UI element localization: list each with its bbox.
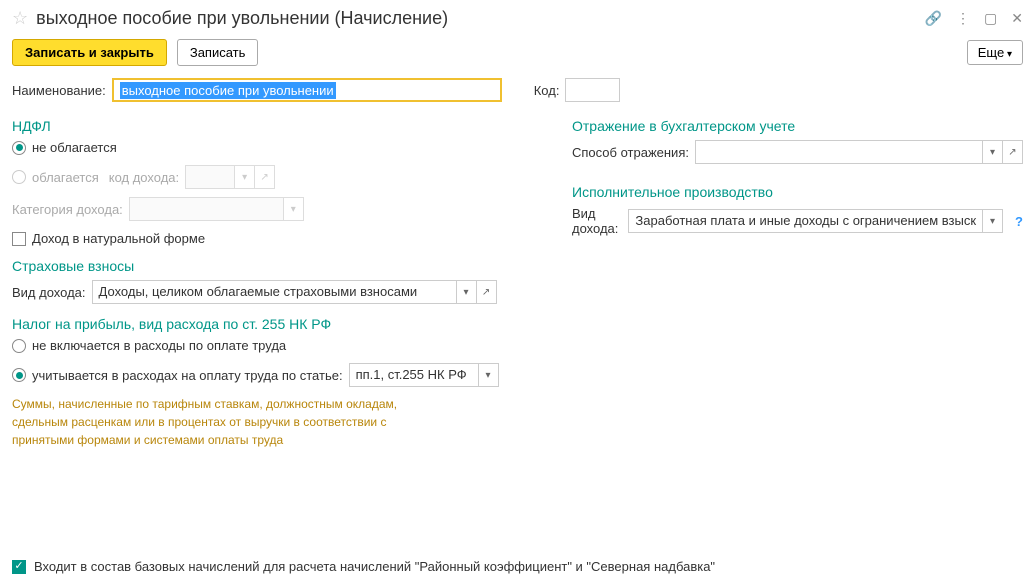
name-value-selected: выходное пособие при увольнении [120,82,336,99]
insurance-income-type-combo: Доходы, целиком облагаемые страховыми вз… [92,280,497,304]
ndfl-taxed-row[interactable]: облагается код дохода: ▾ ↗ [12,165,532,189]
enforcement-income-row: Вид дохода: Заработная плата и иные дохо… [572,206,1023,236]
natural-form-checkbox[interactable] [12,232,26,246]
kebab-menu-icon[interactable]: ⋮ [956,10,970,27]
insurance-income-type-row: Вид дохода: Доходы, целиком облагаемые с… [12,280,532,304]
insurance-income-type-open-icon[interactable]: ↗ [477,280,497,304]
right-column: Отражение в бухгалтерском учете Способ о… [572,114,1023,449]
income-category-combo: ▾ [129,197,304,221]
toolbar-left: Записать и закрыть Записать [12,39,258,66]
link-icon[interactable]: 🔗 [925,10,942,27]
natural-form-label: Доход в натуральной форме [32,231,205,246]
ndfl-taxed-radio[interactable] [12,170,26,184]
income-category-label: Категория дохода: [12,202,123,217]
accounting-method-combo: ▾ ↗ [695,140,1023,164]
income-code-label: код дохода: [109,170,179,185]
insurance-income-type-dropdown-icon[interactable]: ▾ [457,280,477,304]
income-code-input[interactable] [185,165,235,189]
footer-row: Входит в состав базовых начислений для р… [12,559,715,574]
accounting-method-input[interactable] [695,140,983,164]
accounting-method-row: Способ отражения: ▾ ↗ [572,140,1023,164]
profit-included-row[interactable]: учитывается в расходах на оплату труда п… [12,363,532,387]
income-category-row: Категория дохода: ▾ [12,197,532,221]
save-close-button[interactable]: Записать и закрыть [12,39,167,66]
enforcement-income-combo: Заработная плата и иные доходы с огранич… [628,209,1003,233]
profit-included-label: учитывается в расходах на оплату труда п… [32,368,343,383]
code-input[interactable] [565,78,620,102]
insurance-income-type-input[interactable]: Доходы, целиком облагаемые страховыми вз… [92,280,457,304]
name-input[interactable]: выходное пособие при увольнении [112,78,502,102]
ndfl-taxed-label: облагается [32,170,99,185]
insurance-title: Страховые взносы [12,258,532,274]
profit-article-combo: пп.1, ст.255 НК РФ ▾ [349,363,499,387]
profit-not-included-label: не включается в расходы по оплате труда [32,338,286,353]
name-label: Наименование: [12,83,106,98]
profit-included-radio[interactable] [12,368,26,382]
enforcement-help-icon[interactable]: ? [1015,214,1023,229]
insurance-income-type-label: Вид дохода: [12,285,86,300]
maximize-icon[interactable]: ▢ [984,10,997,27]
base-accruals-checkbox[interactable] [12,560,26,574]
enforcement-income-input[interactable]: Заработная плата и иные доходы с огранич… [628,209,983,233]
enforcement-income-label: Вид дохода: [572,206,622,236]
save-button[interactable]: Записать [177,39,259,66]
window-controls: 🔗 ⋮ ▢ ✕ [925,10,1023,27]
accounting-method-dropdown-icon[interactable]: ▾ [983,140,1003,164]
main-columns: НДФЛ не облагается облагается код дохода… [12,114,1023,449]
ndfl-not-taxed-radio[interactable] [12,141,26,155]
profit-hint-text: Суммы, начисленные по тарифным ставкам, … [12,395,432,449]
ndfl-title: НДФЛ [12,118,532,134]
window-title: выходное пособие при увольнении (Начисле… [36,8,448,29]
profit-not-included-row[interactable]: не включается в расходы по оплате труда [12,338,532,353]
more-button[interactable]: Еще [967,40,1023,65]
name-code-row: Наименование: выходное пособие при уволь… [12,78,1023,102]
profit-not-included-radio[interactable] [12,339,26,353]
close-icon[interactable]: ✕ [1011,10,1023,27]
title-area: ☆ выходное пособие при увольнении (Начис… [12,8,448,29]
ndfl-not-taxed-label: не облагается [32,140,117,155]
accounting-title: Отражение в бухгалтерском учете [572,118,1023,134]
income-category-input[interactable] [129,197,284,221]
profit-article-input[interactable]: пп.1, ст.255 НК РФ [349,363,479,387]
accounting-method-open-icon[interactable]: ↗ [1003,140,1023,164]
income-category-dropdown-icon[interactable]: ▾ [284,197,304,221]
toolbar: Записать и закрыть Записать Еще [12,39,1023,66]
window-header: ☆ выходное пособие при увольнении (Начис… [12,8,1023,29]
enforcement-title: Исполнительное производство [572,184,1023,200]
income-code-combo: ▾ ↗ [185,165,275,189]
base-accruals-label: Входит в состав базовых начислений для р… [34,559,715,574]
natural-form-row[interactable]: Доход в натуральной форме [12,231,532,246]
left-column: НДФЛ не облагается облагается код дохода… [12,114,532,449]
income-code-open-icon[interactable]: ↗ [255,165,275,189]
enforcement-income-dropdown-icon[interactable]: ▾ [983,209,1003,233]
profit-tax-title: Налог на прибыль, вид расхода по ст. 255… [12,316,532,332]
accounting-method-label: Способ отражения: [572,145,689,160]
favorite-star-icon[interactable]: ☆ [12,8,28,29]
code-label: Код: [534,83,560,98]
profit-article-dropdown-icon[interactable]: ▾ [479,363,499,387]
ndfl-not-taxed-row[interactable]: не облагается [12,140,532,155]
income-code-dropdown-icon[interactable]: ▾ [235,165,255,189]
